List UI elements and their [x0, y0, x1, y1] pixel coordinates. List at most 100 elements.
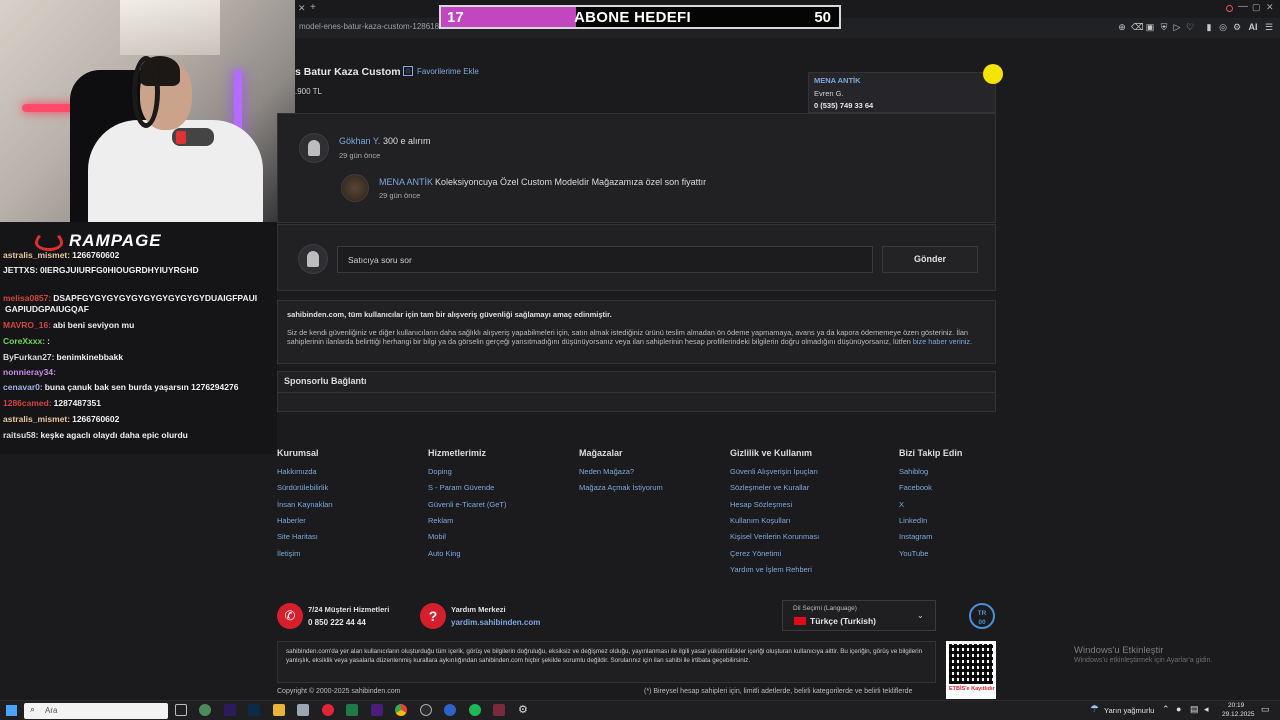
chrome-icon[interactable] — [395, 704, 407, 716]
accessibility-badge-icon[interactable]: TR 00 — [969, 603, 995, 629]
chat-username[interactable]: JETTXS: — [3, 265, 38, 275]
photoshop-icon[interactable] — [248, 704, 260, 716]
maximize-icon[interactable]: ▢ — [1252, 2, 1261, 13]
chat-username[interactable]: melisa0857: — [3, 293, 51, 303]
app-icon-3[interactable] — [493, 704, 505, 716]
windows-start-icon[interactable] — [6, 705, 17, 716]
etbis-qr[interactable]: ETBİS'e Kayıtlıdır — [946, 641, 996, 699]
play-icon[interactable]: ▷ — [1172, 22, 1182, 32]
chat-username[interactable]: astralis_mismet: — [3, 250, 70, 260]
volume-icon[interactable]: ◂ — [1204, 704, 1209, 715]
opera-icon[interactable] — [322, 704, 334, 716]
settings-taskbar-icon[interactable]: ⚙ — [518, 704, 530, 716]
footer-link[interactable]: Sözleşmeler ve Kurallar — [730, 483, 809, 492]
footer-link[interactable]: İletişim — [277, 549, 300, 558]
chat-username[interactable]: astralis_mismet: — [3, 414, 70, 424]
chat-username[interactable]: MAVRO_16: — [3, 320, 51, 330]
seller-store-name[interactable]: MENA ANTİK — [814, 76, 861, 85]
window-dot-red[interactable] — [1226, 5, 1233, 12]
tray-chevron-icon[interactable]: ⌃ — [1162, 704, 1170, 715]
footer-link[interactable]: Doping — [428, 467, 452, 476]
footer-link[interactable]: Güvenli e-Ticaret (GeT) — [428, 500, 507, 509]
disclaimer-text: sahibinden.com'da yer alan kullanıcıları… — [286, 648, 923, 664]
footer-link[interactable]: Sürdürülebilirlik — [277, 483, 328, 492]
chat-message: astralis_mismet: 1266760602 — [3, 250, 119, 260]
footer-link[interactable]: S - Param Güvende — [428, 483, 494, 492]
comment-user[interactable]: Gökhan Y. — [339, 136, 380, 146]
sponsored-title: Sponsorlu Bağlantı — [284, 376, 367, 386]
chat-text: DSAPFGYGYGYGYGYGYGYGYGYGYDUAIGFPAUI — [53, 293, 258, 303]
footer-link[interactable]: Auto King — [428, 549, 461, 558]
seller-contact-name: Evren G. — [814, 89, 844, 98]
chat-username[interactable]: ByFurkan27: — [3, 352, 55, 362]
close-tab-icon[interactable]: ✕ — [298, 3, 306, 14]
app-icon-2[interactable] — [444, 704, 456, 716]
weather-text[interactable]: Yarın yağmurlu — [1104, 706, 1154, 715]
help-link[interactable]: yardim.sahibinden.com — [451, 618, 540, 627]
ai-icon[interactable]: AI — [1246, 22, 1260, 32]
notification-icon[interactable]: ▭ — [1261, 704, 1270, 715]
footer-link[interactable]: X — [899, 500, 904, 509]
clock-time[interactable]: 20:19 — [1228, 702, 1244, 709]
question-input[interactable]: Satıcıya soru sor — [337, 246, 873, 273]
footer-link[interactable]: Çerez Yönetimi — [730, 549, 781, 558]
excel-icon[interactable] — [346, 704, 358, 716]
footer-link[interactable]: Neden Mağaza? — [579, 467, 634, 476]
footer-link[interactable]: İnsan Kaynakları — [277, 500, 333, 509]
new-tab-icon[interactable]: + — [310, 2, 316, 13]
footer-link[interactable]: Mobil — [428, 532, 446, 541]
favorite-star-icon[interactable]: ☆ — [403, 66, 413, 76]
zoom-icon[interactable]: ⊕ — [1117, 22, 1127, 32]
footer-link[interactable]: Güvenli Alışverişin İpuçları — [730, 467, 818, 476]
language-select[interactable]: Dil Seçimi (Language) Türkçe (Turkish) ⌄ — [782, 600, 936, 631]
spotify-icon[interactable] — [469, 704, 481, 716]
bell-icon[interactable]: ◎ — [1218, 22, 1228, 32]
clock-date[interactable]: 29.12.2025 — [1222, 711, 1255, 718]
taskbar-search[interactable]: ⌕ Ara — [24, 703, 168, 719]
obs-icon[interactable] — [420, 704, 432, 716]
settings-icon[interactable]: ⚙ — [1232, 22, 1242, 32]
footer-link[interactable]: Facebook — [899, 483, 932, 492]
footer-link[interactable]: LinkedIn — [899, 516, 927, 525]
footer-link[interactable]: Mağaza Açmak İstiyorum — [579, 483, 663, 492]
minimize-icon[interactable]: — — [1238, 1, 1248, 12]
trash-icon[interactable]: ⌫ — [1131, 22, 1144, 32]
mic-tray-icon[interactable]: ● — [1176, 704, 1181, 714]
report-link[interactable]: bize haber veriniz. — [913, 337, 972, 346]
premiere-icon[interactable] — [224, 704, 236, 716]
battery-icon[interactable]: ▮ — [1204, 22, 1214, 32]
footer-link[interactable]: Hesap Sözleşmesi — [730, 500, 792, 509]
help-icon: ? — [420, 603, 446, 629]
premiere-pro-icon[interactable] — [371, 704, 383, 716]
footer-link[interactable]: Haberler — [277, 516, 306, 525]
footer-link[interactable]: Kullanım Koşulları — [730, 516, 790, 525]
file-explorer-icon[interactable] — [273, 704, 285, 716]
send-button[interactable]: Gönder — [882, 246, 978, 273]
close-window-icon[interactable]: ✕ — [1266, 2, 1274, 13]
chat-username[interactable]: cenavar0: — [3, 382, 43, 392]
footer-link[interactable]: Hakkımızda — [277, 467, 317, 476]
shield-icon[interactable]: ⛨ — [1159, 22, 1169, 32]
menu-icon[interactable]: ☰ — [1264, 22, 1274, 32]
reply-user[interactable]: MENA ANTİK — [379, 177, 433, 187]
chat-username[interactable]: nonnieray34: — [3, 367, 56, 377]
task-view-icon[interactable] — [175, 704, 187, 716]
language-value: Türkçe (Turkish) — [810, 616, 876, 626]
footer-link[interactable]: Reklam — [428, 516, 453, 525]
chat-username[interactable]: 1286camed: — [3, 398, 52, 408]
notepad-icon[interactable] — [297, 704, 309, 716]
footer-link[interactable]: Kişisel Verilerin Korunması — [730, 532, 819, 541]
app-icon-1[interactable] — [199, 704, 211, 716]
add-to-favorites-link[interactable]: Favorilerime Ekle — [417, 67, 479, 76]
footer-link[interactable]: Instagram — [899, 532, 932, 541]
footer-link[interactable]: YouTube — [899, 549, 928, 558]
heart-icon[interactable]: ♡ — [1185, 22, 1195, 32]
network-icon[interactable]: ▤ — [1190, 704, 1199, 715]
footer-link[interactable]: Sahiblog — [899, 467, 928, 476]
comment-time: 29 gün önce — [339, 151, 381, 160]
footer-link[interactable]: Yardım ve İşlem Rehberi — [730, 565, 812, 574]
footer-link[interactable]: Site Haritası — [277, 532, 318, 541]
chat-username[interactable]: raitsu58: — [3, 430, 38, 440]
screenshot-icon[interactable]: ▣ — [1145, 22, 1155, 32]
chat-username[interactable]: CoreXxxx: — [3, 336, 45, 346]
